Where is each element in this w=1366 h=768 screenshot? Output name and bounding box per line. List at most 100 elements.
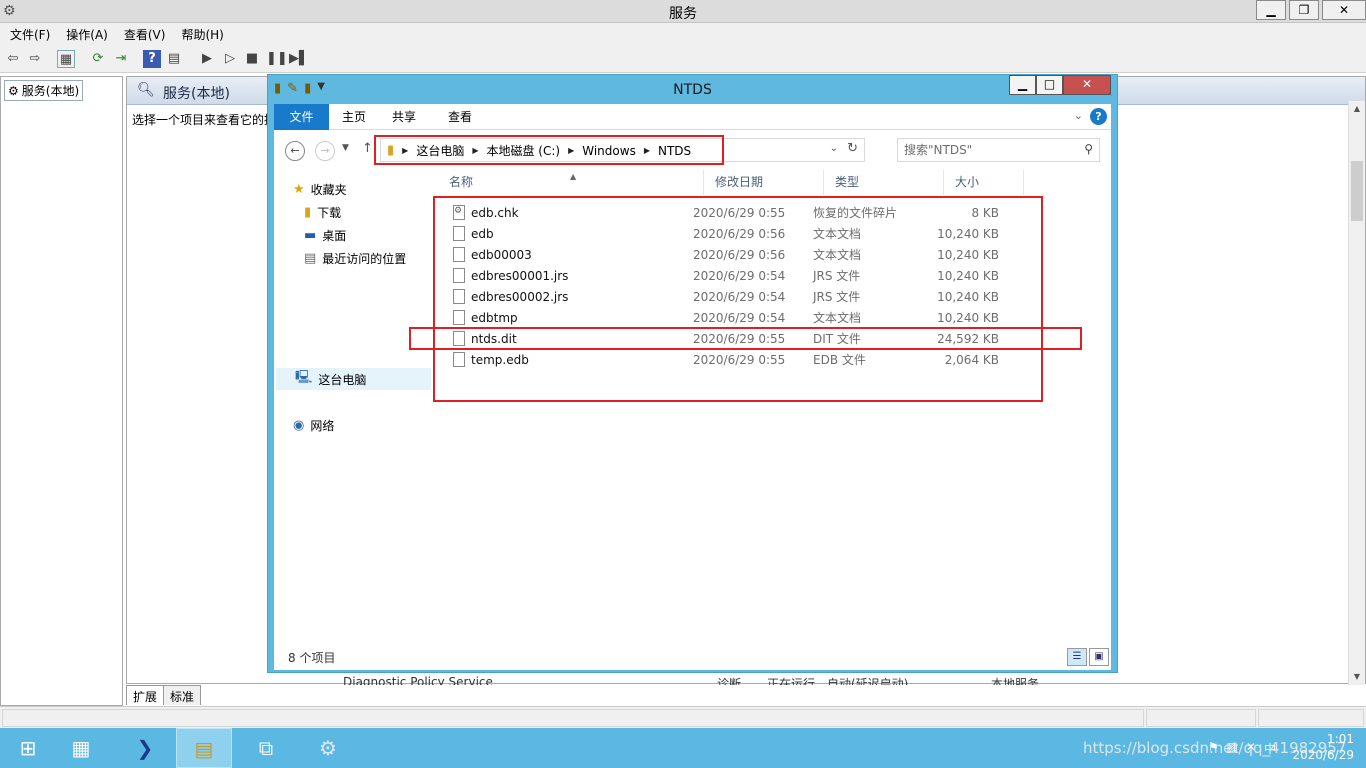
file-row[interactable]: edbtmp 2020/6/29 0:54 文本文档 10,240 KB [453, 307, 1033, 328]
nav-item-downloads[interactable]: ▮ 下载 [304, 204, 341, 221]
recent-locations-dropdown-icon[interactable]: ▼ [342, 143, 349, 153]
chevron-right-icon[interactable]: ▶ [472, 146, 478, 155]
scroll-down-icon[interactable]: ▼ [1349, 669, 1365, 685]
chevron-right-icon[interactable]: ▶ [568, 146, 574, 155]
services-view-tabs: 扩展 标准 [126, 685, 202, 705]
scroll-up-icon[interactable]: ▲ [1349, 101, 1365, 117]
column-header-size[interactable]: 大小 [944, 170, 1024, 195]
file-size: 10,240 KB [937, 247, 999, 262]
address-bar[interactable]: ▮ ▶ 这台电脑 ▶ 本地磁盘 (C:) ▶ Windows ▶ NTDS ⌄ … [380, 138, 865, 162]
menu-file[interactable]: 文件(F) [10, 26, 50, 43]
up-arrow-icon[interactable]: ↑ [362, 141, 373, 156]
menu-action[interactable]: 操作(A) [66, 26, 108, 43]
services-taskbar-icon[interactable]: ⚙ [300, 728, 356, 768]
volume-muted-icon[interactable]: ✕ [1246, 740, 1256, 757]
search-input[interactable] [904, 142, 1069, 158]
file-row[interactable]: edb 2020/6/29 0:56 文本文档 10,240 KB [453, 223, 1033, 244]
breadcrumb-this-pc[interactable]: 这台电脑 [416, 142, 464, 159]
file-row[interactable]: temp.edb 2020/6/29 0:55 EDB 文件 2,064 KB [453, 349, 1033, 370]
file-row[interactable]: edbres00002.jrs 2020/6/29 0:54 JRS 文件 10… [453, 286, 1033, 307]
file-row[interactable]: edb00003 2020/6/29 0:56 文本文档 10,240 KB [453, 244, 1033, 265]
clock[interactable]: 1:01 2020/6/29 [1292, 731, 1354, 763]
help-button[interactable]: ? [1090, 108, 1107, 125]
ribbon-tab-share[interactable]: 共享 [382, 104, 426, 130]
powershell-icon[interactable]: ❯ [117, 728, 173, 768]
ribbon-tab-file[interactable]: 文件 [274, 104, 329, 130]
ribbon-tab-home[interactable]: 主页 [332, 104, 376, 130]
file-explorer-taskbar-icon[interactable]: ▤ [176, 728, 232, 768]
pause-service-icon[interactable]: ❚❚ [266, 50, 288, 68]
nav-item-favorites[interactable]: ★ 收藏夹 [293, 181, 347, 198]
tree-item-services-local[interactable]: ⚙ 服务(本地) [4, 80, 84, 101]
downloads-folder-icon: ▮ [304, 205, 312, 220]
nav-item-label: 收藏夹 [310, 183, 347, 197]
recent-places-icon: ▤ [304, 251, 317, 266]
nav-item-this-pc[interactable]: 🖳 这台电脑 [276, 368, 431, 390]
file-row[interactable]: edb.chk 2020/6/29 0:55 恢复的文件碎片 8 KB [453, 202, 1033, 223]
large-icons-view-icon[interactable]: ▣ [1089, 648, 1109, 666]
search-box: ⚲ [897, 138, 1100, 162]
file-size: 10,240 KB [937, 310, 999, 325]
ribbon-tab-view[interactable]: 查看 [438, 104, 482, 130]
column-header-label: 名称 [449, 175, 474, 189]
computer-icon: 🖳 [295, 370, 313, 385]
breadcrumb-ntds[interactable]: NTDS [658, 144, 691, 158]
file-list: edb.chk 2020/6/29 0:55 恢复的文件碎片 8 KB edb … [453, 202, 1033, 370]
explorer-close-button[interactable]: ✕ [1063, 75, 1111, 95]
breadcrumb-windows[interactable]: Windows [582, 144, 636, 158]
nav-item-recent[interactable]: ▤ 最近访问的位置 [304, 250, 406, 267]
export-list-icon[interactable]: ⇥ [112, 50, 130, 68]
menu-help[interactable]: 帮助(H) [181, 26, 223, 43]
start-service-alt-icon[interactable]: ▷ [221, 50, 239, 68]
chevron-right-icon[interactable]: ▶ [402, 146, 408, 155]
chevron-right-icon[interactable]: ▶ [644, 146, 650, 155]
server-manager-icon[interactable]: ▦ [53, 728, 109, 768]
windows-start-icon[interactable]: ⊞ [0, 728, 56, 768]
properties-icon[interactable]: ▤ [165, 50, 183, 68]
search-icon[interactable]: ⚲ [1084, 142, 1093, 156]
refresh-icon[interactable]: ⟳ [89, 50, 107, 68]
column-header-date[interactable]: 修改日期 [704, 170, 824, 195]
show-tree-icon[interactable]: ▦ [57, 50, 75, 68]
services-menu-bar: 文件(F) 操作(A) 查看(V) 帮助(H) [0, 23, 1366, 45]
expand-ribbon-icon[interactable]: ⌄ [1074, 109, 1083, 122]
file-row[interactable]: edbres00001.jrs 2020/6/29 0:54 JRS 文件 10… [453, 265, 1033, 286]
menu-view[interactable]: 查看(V) [124, 26, 166, 43]
input-language[interactable]: 中 [1264, 740, 1276, 757]
forward-arrow-icon[interactable]: ⇨ [26, 50, 44, 68]
tab-standard[interactable]: 标准 [163, 685, 202, 705]
status-segment [1146, 709, 1256, 727]
stop-service-icon[interactable]: ■ [243, 50, 261, 68]
file-row[interactable]: ntds.dit 2020/6/29 0:55 DIT 文件 24,592 KB [453, 328, 1033, 349]
services-vertical-scrollbar[interactable]: ▲ ▼ [1348, 101, 1365, 685]
back-button[interactable]: ← [285, 141, 305, 161]
services-close-button[interactable]: ✕ [1322, 0, 1366, 20]
flag-icon[interactable]: ⚑ [1208, 740, 1219, 757]
remote-desktop-icon[interactable]: ⧉ [238, 728, 294, 768]
address-dropdown-icon[interactable]: ⌄ [830, 143, 838, 154]
back-arrow-icon[interactable]: ⇦ [4, 50, 22, 68]
restart-service-icon[interactable]: ▶▌ [289, 50, 309, 68]
services-minimize-button[interactable]: ▁ [1256, 0, 1286, 20]
start-service-icon[interactable]: ▶ [198, 50, 216, 68]
refresh-icon[interactable]: ↻ [847, 141, 858, 156]
forward-button[interactable]: → [315, 141, 335, 161]
service-list-item[interactable]: Diagnostic Policy Service 诊断... 正在运行 自动(… [343, 675, 1039, 685]
column-header-name[interactable]: 名称 ▲ [438, 170, 704, 195]
tab-extended[interactable]: 扩展 [126, 685, 165, 705]
file-size: 2,064 KB [944, 352, 999, 367]
services-tree-pane: ⚙ 服务(本地) [0, 76, 123, 706]
nav-item-desktop[interactable]: ▬ 桌面 [304, 227, 346, 244]
explorer-minimize-button[interactable]: ▁ [1009, 75, 1036, 95]
network-tray-icon[interactable]: ▨ [1227, 740, 1238, 757]
help-icon[interactable]: ? [143, 50, 161, 68]
breadcrumb-local-disk[interactable]: 本地磁盘 (C:) [486, 142, 560, 159]
explorer-maximize-button[interactable]: □ [1036, 75, 1063, 95]
column-header-type[interactable]: 类型 [824, 170, 944, 195]
details-view-icon[interactable]: ☰ [1067, 648, 1087, 666]
star-icon: ★ [293, 182, 305, 197]
services-window-title: 服务 [669, 6, 697, 22]
scroll-thumb[interactable] [1351, 161, 1363, 221]
services-restore-button[interactable]: ❐ [1289, 0, 1319, 20]
nav-item-network[interactable]: ◉ 网络 [293, 417, 334, 434]
